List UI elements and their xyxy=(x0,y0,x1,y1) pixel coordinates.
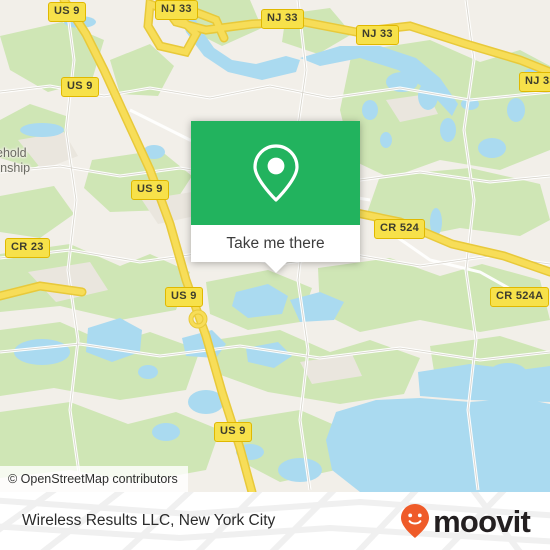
location-title: Wireless Results LLC, New York City xyxy=(22,512,276,529)
road-shield: US 9 xyxy=(131,180,169,200)
road-shield: CR 524 xyxy=(374,219,426,239)
moovit-brand-logo[interactable]: moovit xyxy=(400,492,531,550)
place-label-line2: rnship xyxy=(0,161,31,175)
road-shield: NJ 33 xyxy=(356,25,399,45)
place-label-township: ehold rnship xyxy=(0,146,30,176)
popup-header xyxy=(191,121,360,225)
road-shield: NJ 33 xyxy=(261,9,304,29)
road-shield: NJ 33 xyxy=(155,0,198,20)
osm-attribution-text[interactable]: © OpenStreetMap contributors xyxy=(8,472,178,486)
osm-attribution[interactable]: © OpenStreetMap contributors xyxy=(0,466,188,492)
destination-popup-card[interactable]: Take me there xyxy=(191,121,360,273)
moovit-wordmark: moovit xyxy=(433,503,531,539)
road-shield: NJ 33 xyxy=(519,72,550,92)
road-shield: CR 524A xyxy=(490,287,550,307)
road-shield: US 9 xyxy=(61,77,99,97)
moovit-map-share-card: ehold rnship US 9 NJ 33 NJ 33 NJ 33 NJ 33 US … xyxy=(0,0,550,550)
moovit-pin-smile-icon xyxy=(401,504,430,538)
footer-bar: Wireless Results LLC, New York City moov… xyxy=(0,492,550,550)
popup-footer[interactable]: Take me there xyxy=(191,225,360,273)
road-shield: CR 23 xyxy=(5,238,50,258)
road-shield: US 9 xyxy=(214,422,252,442)
road-shield: US 9 xyxy=(48,2,86,22)
map-canvas[interactable]: ehold rnship US 9 NJ 33 NJ 33 NJ 33 NJ 33 US … xyxy=(0,0,550,492)
road-shield: US 9 xyxy=(165,287,203,307)
place-label-line1: ehold xyxy=(0,146,27,160)
map-pin-icon xyxy=(252,144,299,202)
take-me-there-button[interactable]: Take me there xyxy=(226,235,324,253)
popup-tail xyxy=(264,262,287,273)
